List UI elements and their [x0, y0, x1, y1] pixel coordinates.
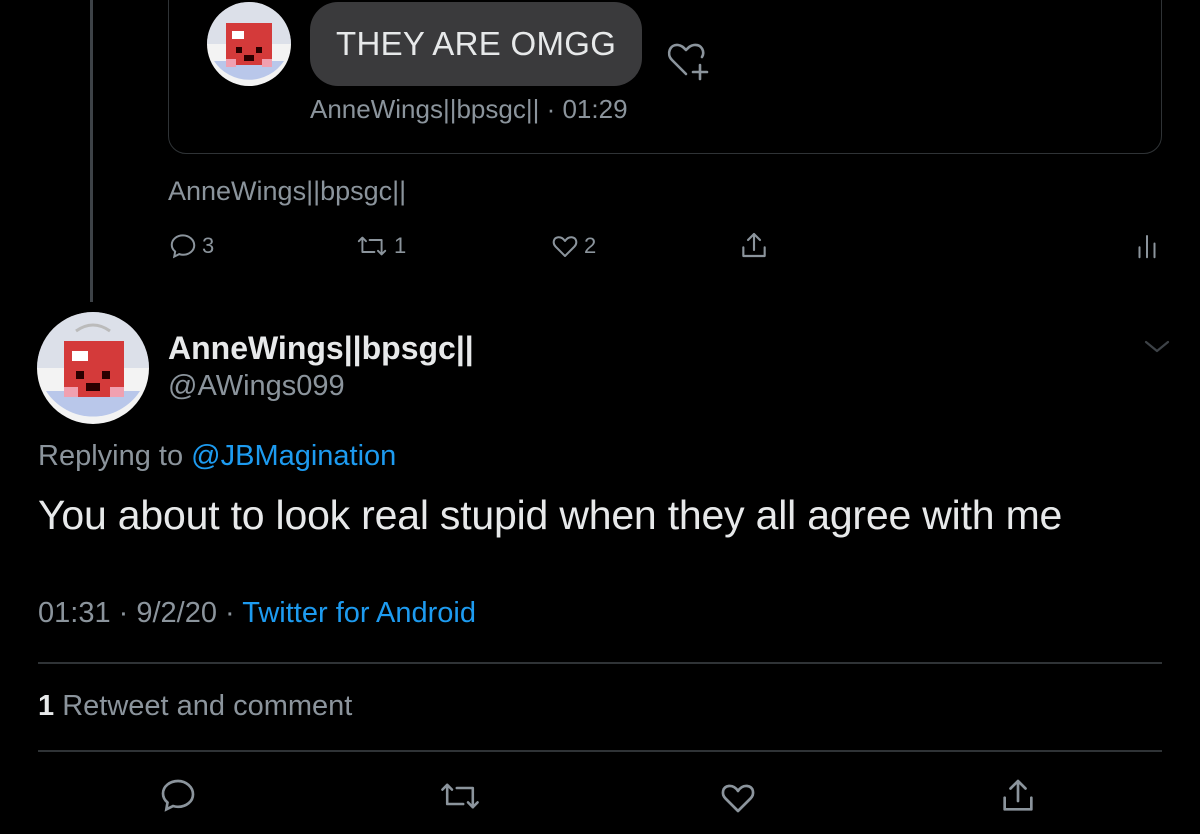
replying-prefix: Replying to [38, 440, 184, 472]
thread-line [90, 0, 93, 302]
tweet-action-bar [0, 772, 1200, 824]
tweet-time: 01:31 [38, 597, 111, 629]
analytics-icon [1138, 235, 1156, 259]
author-handle[interactable]: @AWings099 [168, 370, 345, 403]
sender-avatar[interactable] [206, 1, 292, 87]
like-icon [552, 236, 578, 257]
like-icon [721, 784, 755, 813]
tweet-stats[interactable]: 1 Retweet and comment [38, 690, 352, 723]
tweet-text: You about to look real stupid when they … [38, 492, 1063, 538]
message-time: · 01:29 [546, 94, 628, 124]
meta-separator: · [217, 597, 243, 629]
retweet-icon [357, 236, 387, 256]
author-avatar[interactable] [36, 311, 150, 425]
add-reaction-icon[interactable] [662, 38, 712, 84]
tweet-source-link[interactable]: Twitter for Android [242, 597, 476, 629]
tweet-meta: 01:31 · 9/2/20 · Twitter for Android [38, 597, 476, 630]
retweet-icon [441, 783, 479, 809]
previous-tweet-actions: 3 1 2 [168, 228, 1168, 268]
author-display-name[interactable]: AnneWings||bpsgc|| [168, 330, 474, 367]
prev-share-button[interactable] [738, 228, 770, 264]
share-icon [1003, 779, 1033, 811]
meta-separator: · [110, 597, 137, 629]
prev-reply-count: 3 [202, 233, 215, 258]
prev-like-count: 2 [584, 233, 597, 258]
previous-tweet-author[interactable]: AnneWings||bpsgc|| [168, 176, 406, 207]
prev-like-button[interactable]: 2 [550, 228, 596, 264]
stats-label: Retweet and comment [62, 690, 353, 722]
reply-button[interactable] [158, 772, 198, 820]
chevron-down-icon[interactable] [1140, 334, 1174, 358]
share-icon [742, 232, 766, 258]
tweet-date: 9/2/20 [136, 597, 217, 629]
message-bubble[interactable]: THEY ARE OMGG [310, 2, 643, 86]
message-text: THEY ARE OMGG [336, 25, 617, 62]
reply-icon [161, 779, 195, 812]
prev-reply-button[interactable]: 3 [168, 228, 214, 264]
stats-count: 1 [38, 690, 55, 722]
message-sender: AnneWings||bpsgc|| [310, 94, 540, 124]
replying-to-link[interactable]: @JBMagination [191, 440, 396, 472]
prev-retweet-count: 1 [394, 233, 407, 258]
message-meta: AnneWings||bpsgc|| · 01:29 [310, 94, 628, 125]
retweet-button[interactable] [436, 772, 484, 820]
prev-retweet-button[interactable]: 1 [354, 228, 406, 264]
like-button[interactable] [718, 772, 758, 820]
divider [38, 750, 1162, 752]
reply-icon [170, 234, 196, 259]
replying-to: Replying to @JBMagination [38, 440, 396, 473]
share-button[interactable] [998, 772, 1038, 820]
divider [38, 662, 1162, 664]
prev-analytics-button[interactable] [1134, 228, 1160, 264]
